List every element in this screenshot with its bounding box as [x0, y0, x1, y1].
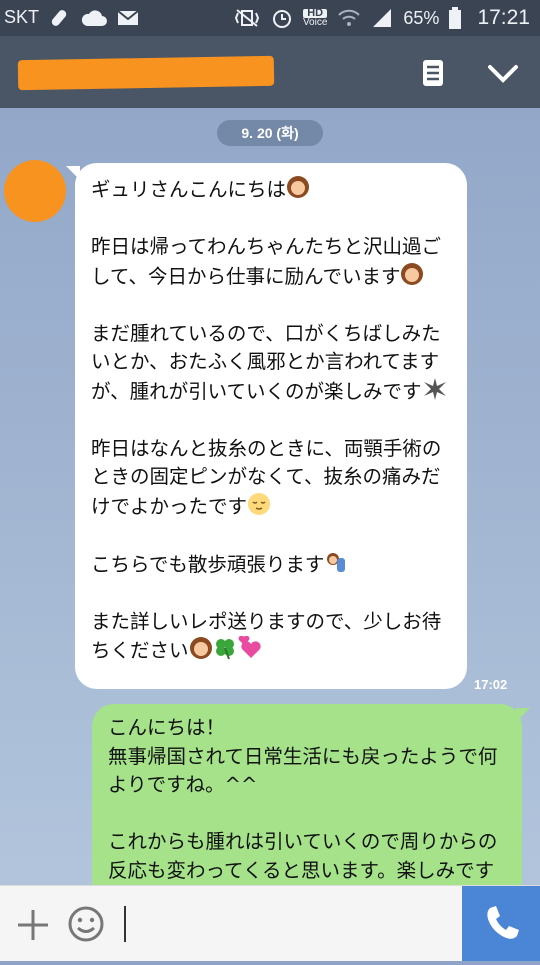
girl-emoji-icon — [287, 176, 310, 198]
message-text: まだ腫れているので、口がくちばしみたいとか、おたふく風邪とか言われてますが、腫れ… — [91, 321, 441, 403]
message-input-bar — [0, 885, 540, 961]
message-input[interactable] — [120, 900, 450, 948]
message-text: ギュリさんこんにちは — [91, 178, 287, 201]
outgoing-message-bubble[interactable]: こんにちは！ 無事帰国されて日常生活にも戻ったようで何よりですね。^^ これから… — [92, 704, 522, 904]
vibrate-icon — [234, 9, 260, 27]
carrier-label: SKT — [4, 7, 40, 27]
emoji-icon — [68, 906, 104, 942]
notes-icon — [423, 60, 443, 86]
message-text: こんにちは！ 無事帰国されて日常生活にも戻ったようで何よりですね。^^ — [108, 716, 498, 796]
incoming-message-bubble[interactable]: ギュリさんこんにちは 昨日は帰ってわんちゃんたちと沢山過ごして、今日から仕事に励… — [75, 163, 467, 689]
message-timestamp: 17:02 — [474, 677, 508, 692]
chevron-down-icon — [488, 65, 518, 83]
battery-icon — [449, 7, 462, 29]
sparkle-emoji-icon — [423, 377, 446, 400]
clock: 17:21 — [477, 6, 530, 29]
relieved-face-emoji-icon — [248, 492, 271, 515]
call-button[interactable] — [462, 886, 540, 961]
two-hearts-icon — [238, 636, 261, 658]
person-running-emoji-icon — [327, 552, 346, 572]
plus-icon — [18, 910, 48, 940]
girl-emoji-icon — [189, 637, 212, 659]
avatar[interactable] — [4, 160, 66, 222]
four-leaf-clover-icon — [215, 639, 234, 660]
notes-button[interactable] — [416, 56, 450, 90]
hd-voice-badge: HD Voice — [302, 7, 328, 28]
text-cursor — [124, 906, 126, 942]
message-text: こちらでも散歩頑張ります — [91, 552, 325, 576]
mail-icon — [117, 9, 139, 25]
date-separator: 9. 20 (화) — [217, 120, 323, 146]
alarm-icon — [272, 10, 291, 28]
signal-icon — [373, 9, 392, 27]
battery-percent: 65% — [403, 7, 440, 28]
expand-menu-button[interactable] — [486, 56, 520, 90]
chat-title-redaction — [17, 55, 275, 91]
message-text: 昨日は帰ってわんちゃんたちと沢山過ごして、今日から仕事に励んでいます — [91, 235, 442, 288]
attach-button[interactable] — [14, 906, 52, 944]
girl-emoji-icon — [401, 262, 424, 285]
cloud-icon — [81, 9, 108, 26]
link-icon — [51, 9, 67, 26]
wifi-icon — [338, 9, 361, 26]
chat-header — [0, 36, 540, 108]
status-bar: SKT HD Voice 65% 17:21 — [0, 0, 540, 36]
phone-icon — [487, 906, 519, 939]
emoji-button[interactable] — [66, 904, 106, 944]
message-text: また詳しいレポ送りますので、少しお待ちください — [91, 609, 442, 663]
